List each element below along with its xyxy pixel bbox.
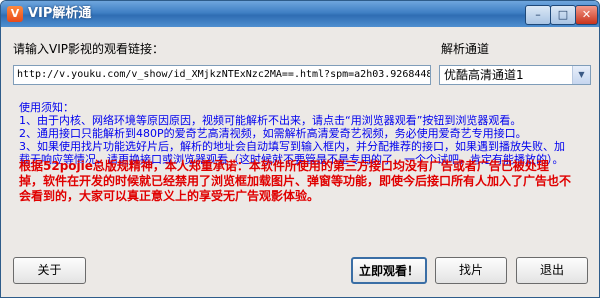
watch-now-button[interactable]: 立即观看！	[351, 257, 427, 284]
about-button[interactable]: 关于	[13, 257, 86, 284]
channel-select[interactable]: 优酷高清通道1 ▼	[439, 65, 591, 85]
channel-label: 解析通道	[441, 42, 490, 56]
notes-line: 2、通用接口只能解析到480P的爱奇艺高清视频，如需解析高清爱奇艺视频，务必使用…	[19, 127, 527, 140]
notice-line: 掉，软件在开发的时候就已经禁用了浏览框加载图片、弹窗等功能，即使今后接口所有人加…	[19, 174, 572, 188]
close-button[interactable]: ✕	[575, 5, 598, 25]
window-title: VIP解析通	[28, 6, 92, 21]
url-input[interactable]: http://v.youku.com/v_show/id_XMjkzNTExNz…	[13, 65, 431, 85]
find-video-button[interactable]: 找片	[435, 257, 507, 284]
maximize-button[interactable]: □	[550, 5, 576, 25]
usage-notes: 使用须知： 1、由于内核、网络环境等原因原因，视频可能解析不出来，请点击“用浏览…	[19, 101, 591, 166]
app-icon: V	[7, 6, 23, 22]
title-bar[interactable]: V VIP解析通 – □ ✕	[1, 1, 599, 27]
url-label: 请输入VIP影视的观看链接：	[13, 42, 164, 56]
notes-line: 3、如果使用找片功能选好片后，解析的地址会自动填写到输入框内，并分配推荐的接口，…	[19, 140, 565, 153]
main-window: V VIP解析通 – □ ✕ 请输入VIP影视的观看链接： 解析通道 http:…	[0, 0, 600, 298]
notice-line: 会看到的，大家可以真正意义上的享受无广告观影体验。	[19, 189, 320, 203]
notice-line: 根据52pojie总版规精神，本人郑重承诺：本软件所使用的第三方接口均没有广告或…	[19, 159, 549, 173]
chevron-down-icon[interactable]: ▼	[572, 66, 590, 84]
notes-line: 1、由于内核、网络环境等原因原因，视频可能解析不出来，请点击“用浏览器观看”按钮…	[19, 114, 522, 127]
channel-selected-value: 优酷高清通道1	[444, 68, 524, 82]
exit-button[interactable]: 退出	[516, 257, 588, 284]
minimize-button[interactable]: –	[525, 5, 551, 25]
notes-heading: 使用须知：	[19, 101, 74, 114]
ad-free-notice: 根据52pojie总版规精神，本人郑重承诺：本软件所使用的第三方接口均没有广告或…	[19, 159, 591, 204]
